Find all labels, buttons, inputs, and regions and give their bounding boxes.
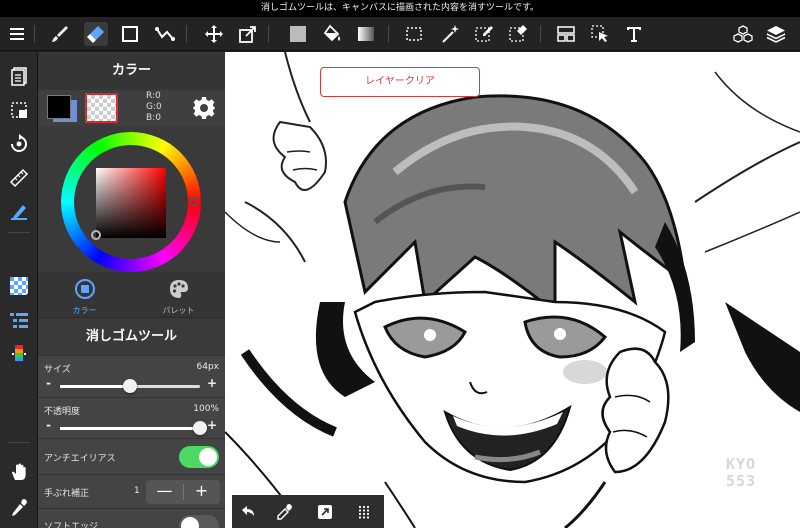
gear-icon[interactable] <box>192 96 216 120</box>
color-panel-title: カラー <box>38 52 225 90</box>
rgb-readout: R:0 G:0 B:0 <box>146 91 162 124</box>
layers-icon[interactable] <box>764 22 788 46</box>
eraser-icon[interactable] <box>84 22 108 46</box>
vector-line-icon[interactable] <box>153 22 177 46</box>
size-row: サイズ 64px - + <box>38 355 225 397</box>
select-rect-icon[interactable] <box>402 22 426 46</box>
eyedropper-icon[interactable] <box>7 496 31 520</box>
tab-color-label: カラー <box>72 306 97 315</box>
gradient-icon[interactable] <box>354 22 378 46</box>
layout-icon[interactable] <box>554 22 578 46</box>
color-tabs: カラー パレット <box>38 272 225 317</box>
side-panel: カラー R:0 G:0 B:0 カラー パレット 消しゴムツール サイズ 64p… <box>38 52 225 528</box>
opacity-label: 不透明度 <box>44 407 81 417</box>
size-label: サイズ <box>44 365 71 375</box>
antialias-row: アンチエイリアス <box>38 438 225 474</box>
grid-menu-icon[interactable] <box>353 501 375 523</box>
size-plus[interactable]: + <box>207 376 217 390</box>
eyedropper-quick-icon[interactable] <box>274 501 296 523</box>
rectangle-icon[interactable] <box>118 22 142 46</box>
antialias-toggle[interactable] <box>179 446 219 468</box>
stabilizer-plus-button[interactable]: + <box>183 480 220 504</box>
transform-icon[interactable] <box>236 22 260 46</box>
bucket-icon[interactable] <box>320 22 344 46</box>
watermark-line-2: 553 <box>725 472 757 490</box>
operation-icon[interactable] <box>588 22 612 46</box>
sv-handle[interactable] <box>91 230 101 240</box>
stabilizer-stepper: — + <box>146 480 220 504</box>
rotate-icon[interactable] <box>7 132 31 156</box>
brush-icon[interactable] <box>48 22 72 46</box>
tool-panel-title: 消しゴムツール <box>38 317 225 355</box>
drawing-canvas[interactable]: レイヤークリア KYO 553 <box>225 52 800 528</box>
soft-edge-row: ソフトエッジ <box>38 508 225 528</box>
saturation-value-square[interactable] <box>96 168 166 238</box>
quick-access-bar <box>232 495 384 528</box>
stabilizer-minus-button[interactable]: — <box>146 480 183 504</box>
3d-cubes-icon[interactable] <box>731 22 755 46</box>
palette-icon <box>169 280 188 298</box>
select-pen-icon[interactable] <box>472 22 496 46</box>
clear-layer-button[interactable]: レイヤークリア <box>320 67 480 97</box>
rgb-r: R:0 <box>146 91 161 101</box>
rgb-b: B:0 <box>146 113 161 123</box>
layer-color-icon[interactable] <box>7 342 31 366</box>
primary-color-swatch[interactable] <box>47 95 71 119</box>
soft-edge-label: ソフトエッジ <box>44 522 99 528</box>
stabilizer-row: 手ぶれ補正 1 — + <box>38 474 225 508</box>
stabilizer-value: 1 <box>134 486 140 496</box>
tool-hint: 消しゴムツールは、キャンバスに描画された内容を消すツールです。 <box>0 0 800 17</box>
opacity-value: 100% <box>193 404 219 414</box>
select-eraser-icon[interactable] <box>506 22 530 46</box>
fullscreen-icon[interactable] <box>314 501 336 523</box>
snap-icon[interactable] <box>7 200 31 224</box>
size-value: 64px <box>196 362 220 372</box>
size-minus[interactable]: - <box>46 376 51 390</box>
color-circle-icon <box>74 279 95 299</box>
stabilizer-label: 手ぶれ補正 <box>44 489 90 499</box>
size-slider[interactable] <box>60 379 200 393</box>
rgb-g: G:0 <box>146 102 162 112</box>
watermark-line-1: KYO <box>725 455 757 473</box>
text-tool-icon[interactable] <box>622 22 646 46</box>
undo-icon[interactable] <box>237 501 259 523</box>
pages-icon[interactable] <box>7 64 31 88</box>
transparent-color-icon[interactable] <box>7 274 31 298</box>
soft-edge-toggle[interactable] <box>179 515 219 528</box>
menu-icon[interactable] <box>5 22 29 46</box>
hand-icon[interactable] <box>7 460 31 484</box>
opacity-row: 不透明度 100% - + <box>38 397 225 438</box>
tab-color[interactable]: カラー <box>38 272 131 317</box>
ruler-icon[interactable] <box>7 166 31 190</box>
top-toolbar <box>0 17 800 51</box>
fill-color-icon[interactable] <box>286 22 310 46</box>
swatch-row: R:0 G:0 B:0 <box>38 90 225 126</box>
opacity-slider[interactable] <box>60 421 207 435</box>
left-rail <box>0 52 38 528</box>
opacity-plus[interactable]: + <box>207 418 217 432</box>
transparent-color-swatch[interactable] <box>85 93 118 123</box>
selection-show-icon[interactable] <box>7 98 31 122</box>
opacity-slider-knob[interactable] <box>193 421 207 435</box>
artist-watermark: KYO 553 <box>710 456 772 490</box>
opacity-minus[interactable]: - <box>46 418 51 432</box>
tab-palette-label: パレット <box>162 306 195 315</box>
size-slider-knob[interactable] <box>123 379 137 393</box>
move-icon[interactable] <box>202 22 226 46</box>
tab-palette[interactable]: パレット <box>132 272 225 317</box>
antialias-label: アンチエイリアス <box>44 454 116 464</box>
brush-list-icon[interactable] <box>7 308 31 332</box>
hue-handle[interactable] <box>189 196 199 206</box>
magic-wand-icon[interactable] <box>438 22 462 46</box>
